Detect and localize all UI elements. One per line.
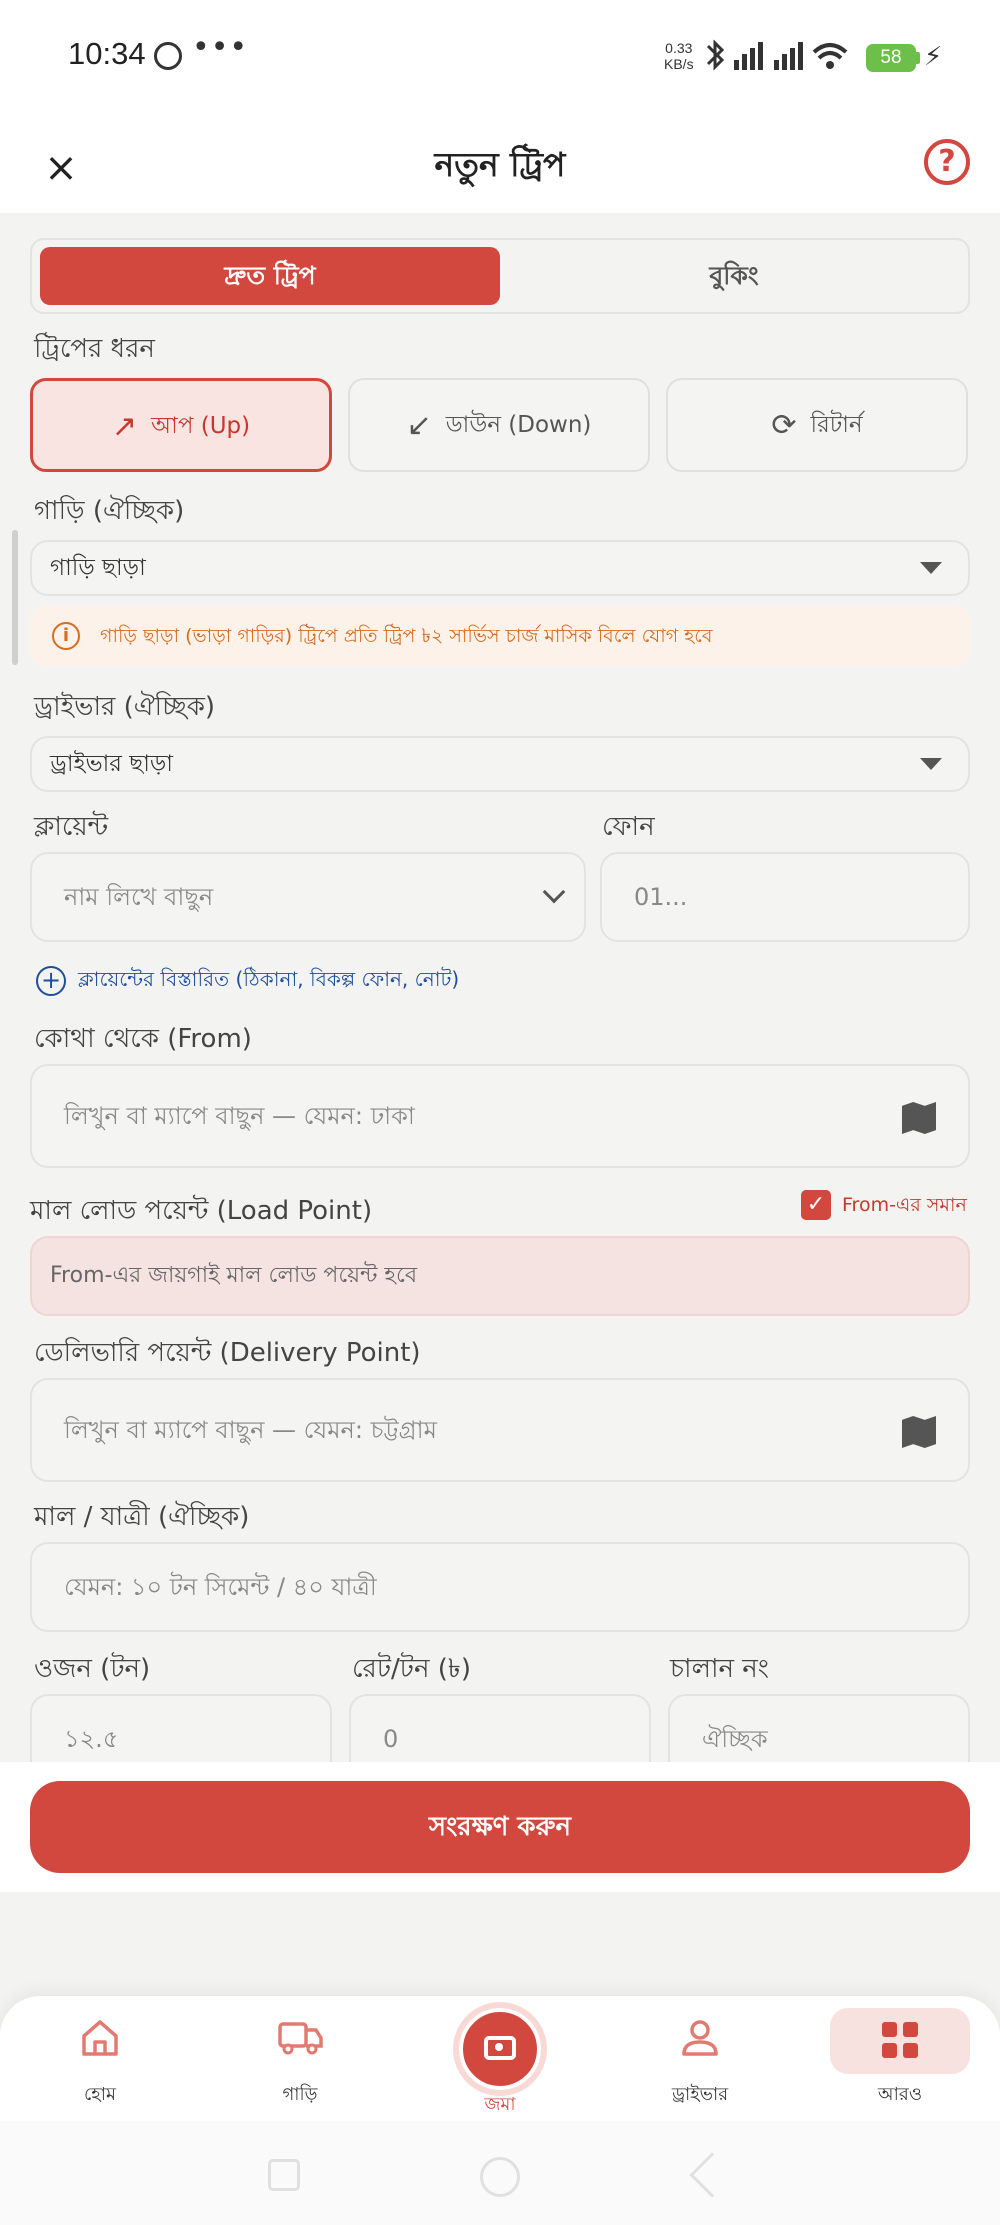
battery-tip [916, 52, 920, 64]
person-icon [630, 2016, 770, 2066]
nav-deposit-label: জমা [484, 2094, 516, 2115]
nav-more-label: আরও [877, 2084, 923, 2105]
help-icon[interactable]: ? [924, 139, 970, 185]
back-icon[interactable] [689, 2152, 735, 2198]
client-details-link[interactable]: + ক্লায়েন্টের বিস্তারিত (ঠিকানা, বিকল্প … [36, 962, 459, 996]
arrow-up-right-icon: ↗ [111, 408, 137, 444]
goods-input[interactable]: যেমন: ১০ টন সিমেন্ট / ৪০ যাত্রী [30, 1542, 970, 1632]
nav-driver[interactable]: ড্রাইভার [630, 2016, 770, 2111]
trip-type-return-button[interactable]: ⟳ রিটার্ন [666, 378, 968, 472]
weight-label: ওজন (টন) [34, 1654, 151, 1684]
more-notifications-icon: ••• [192, 30, 249, 65]
caret-down-icon [920, 562, 942, 574]
recents-icon[interactable] [268, 2159, 300, 2191]
system-nav-bar [0, 2121, 1000, 2225]
same-as-from-label[interactable]: From-এর সমান [842, 1190, 967, 1220]
vehicle-select[interactable]: গাড়ি ছাড়া [30, 540, 970, 596]
save-button[interactable]: সংরক্ষণ করুন [30, 1781, 970, 1873]
trip-type-return-label: রিটার্ন [810, 412, 863, 438]
home-circle-icon[interactable] [480, 2157, 520, 2197]
trip-type-down-label: ডাউন (Down) [445, 412, 592, 438]
nav-vehicle-label: গাড়ি [282, 2084, 318, 2105]
nav-home-label: হোম [84, 2084, 116, 2105]
nav-driver-label: ড্রাইভার [671, 2084, 729, 2105]
driver-select-value: ড্রাইভার ছাড়া [50, 751, 173, 777]
signal-wifi-icons [706, 39, 848, 71]
goods-label: মাল / যাত্রী (ঐচ্ছিক) [34, 1502, 250, 1532]
delivery-label: ডেলিভারি পয়েন্ট (Delivery Point) [34, 1338, 421, 1368]
mode-tabs: দ্রুত ট্রিপ বুকিং [30, 238, 970, 314]
client-input[interactable]: নাম লিখে বাছুন [30, 852, 586, 942]
driver-select[interactable]: ড্রাইভার ছাড়া [30, 736, 970, 792]
vehicle-select-value: গাড়ি ছাড়া [50, 555, 146, 581]
cash-icon [484, 2036, 516, 2060]
charging-icon: ⚡ [924, 42, 943, 72]
status-bar: 10:34 ••• 0.33 KB/s 58 ⚡ [0, 0, 1000, 115]
truck-icon [230, 2016, 370, 2066]
load-point-info: From-এর জায়গাই মাল লোড পয়েন্ট হবে [30, 1236, 970, 1316]
from-label: কোথা থেকে (From) [34, 1024, 252, 1054]
wifi-icon [812, 43, 848, 69]
from-input[interactable]: লিখুন বা ম্যাপে বাছুন — যেমন: ঢাকা [30, 1064, 970, 1168]
scrollbar[interactable] [12, 530, 18, 665]
plus-circle-icon: + [36, 965, 66, 996]
grid-icon[interactable] [882, 2022, 918, 2058]
client-input-placeholder: নাম লিখে বাছুন [64, 883, 214, 911]
caret-down-icon [920, 758, 942, 770]
same-as-from-checkbox[interactable]: ✓ [801, 1190, 831, 1220]
network-speed: 0.33 KB/s [664, 40, 694, 72]
service-charge-notice-text: গাড়ি ছাড়া (ভাড়া গাড়ির) ট্রিপে প্রতি … [100, 625, 713, 647]
whatsapp-icon [154, 42, 182, 70]
delivery-input-placeholder: লিখুন বা ম্যাপে বাছুন — যেমন: চট্টগ্রাম [64, 1416, 437, 1444]
rate-input-placeholder: 0 [383, 1725, 399, 1753]
weight-input-placeholder: ১২.৫ [64, 1725, 119, 1753]
nav-more[interactable]: আরও [830, 2080, 970, 2111]
tab-booking[interactable]: বুকিং [504, 247, 964, 305]
challan-input-placeholder: ঐচ্ছিক [702, 1725, 768, 1753]
trip-type-up-button[interactable]: ↗ আপ (Up) [30, 378, 332, 472]
nav-vehicle[interactable]: গাড়ি [230, 2016, 370, 2111]
rate-label: রেট/টন (৳) [352, 1654, 471, 1684]
nav-home[interactable]: হোম [30, 2016, 170, 2111]
trip-type-up-label: আপ (Up) [151, 413, 251, 439]
driver-label: ড্রাইভার (ঐচ্ছিক) [34, 692, 216, 722]
app-header: × নতুন ট্রিপ ? [0, 115, 1000, 213]
service-charge-notice: i গাড়ি ছাড়া (ভাড়া গাড়ির) ট্রিপে প্রত… [30, 606, 970, 666]
info-icon: i [52, 622, 80, 650]
status-time: 10:34 [68, 36, 146, 71]
refresh-icon: ⟳ [771, 407, 797, 443]
network-speed-value: 0.33 [665, 40, 693, 56]
client-details-link-text: ক্লায়েন্টের বিস্তারিত (ঠিকানা, বিকল্প ফ… [78, 967, 460, 991]
goods-input-placeholder: যেমন: ১০ টন সিমেন্ট / ৪০ যাত্রী [64, 1573, 377, 1601]
network-speed-unit: KB/s [664, 56, 694, 72]
phone-input[interactable]: 01... [600, 852, 970, 942]
trip-type-label: ট্রিপের ধরন [34, 334, 155, 364]
load-point-label: মাল লোড পয়েন্ট (Load Point) [30, 1196, 373, 1226]
chevron-down-icon [542, 880, 566, 904]
arrow-down-left-icon: ↙ [406, 407, 432, 443]
bluetooth-icon [706, 39, 725, 71]
page-title: নতুন ট্রিপ [434, 145, 566, 184]
map-icon[interactable] [902, 1102, 936, 1134]
from-input-placeholder: লিখুন বা ম্যাপে বাছুন — যেমন: ঢাকা [64, 1102, 415, 1130]
battery-icon: 58 [866, 44, 916, 72]
home-icon [30, 2016, 170, 2066]
map-icon[interactable] [902, 1416, 936, 1448]
challan-label: চালান নং [670, 1654, 769, 1684]
tab-quick-trip[interactable]: দ্রুত ট্রিপ [40, 247, 500, 305]
vehicle-label: গাড়ি (ঐচ্ছিক) [34, 496, 185, 526]
delivery-input[interactable]: লিখুন বা ম্যাপে বাছুন — যেমন: চট্টগ্রাম [30, 1378, 970, 1482]
phone-input-placeholder: 01... [634, 883, 688, 911]
trip-type-down-button[interactable]: ↙ ডাউন (Down) [348, 378, 650, 472]
deposit-fab-button[interactable] [459, 2008, 541, 2090]
client-label: ক্লায়েন্ট [34, 812, 109, 842]
signal-icon [734, 42, 803, 70]
phone-label: ফোন [602, 812, 655, 842]
